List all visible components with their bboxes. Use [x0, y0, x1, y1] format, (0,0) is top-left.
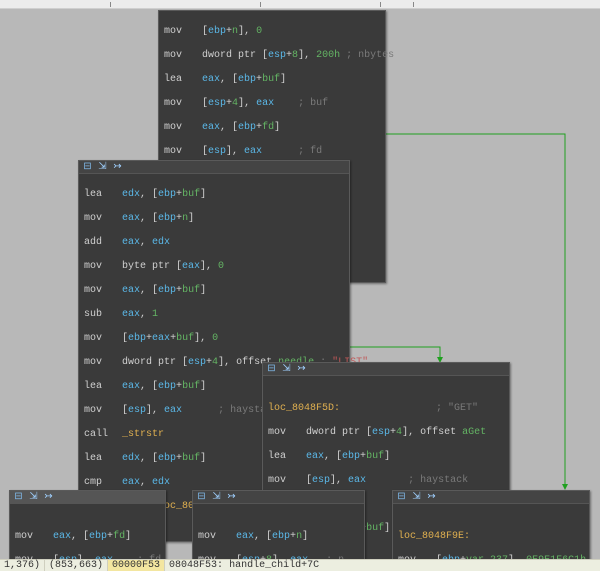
flow-icon[interactable]: ↣: [296, 365, 307, 374]
flow-icon[interactable]: ↣: [43, 493, 54, 502]
block-header: ⊟ ⇲ ↣: [393, 491, 589, 504]
flow-icon[interactable]: ↣: [112, 163, 123, 172]
block-header: ⊟ ⇲ ↣: [10, 491, 165, 504]
block-header: ⊟ ⇲ ↣: [79, 161, 349, 174]
collapse-icon[interactable]: ⊟: [13, 493, 24, 502]
status-function: 08048F53: handle_child+7C: [165, 560, 600, 571]
collapse-icon[interactable]: ⊟: [82, 163, 93, 172]
ruler-strip: [0, 0, 600, 9]
branch-icon[interactable]: ⇲: [281, 365, 292, 374]
branch-icon[interactable]: ⇲: [211, 493, 222, 502]
flow-icon[interactable]: ↣: [426, 493, 437, 502]
collapse-icon[interactable]: ⊟: [396, 493, 407, 502]
status-coords1: 1,376): [0, 560, 45, 571]
branch-icon[interactable]: ⇲: [28, 493, 39, 502]
collapse-icon[interactable]: ⊟: [196, 493, 207, 502]
block-header: ⊟ ⇲ ↣: [193, 491, 364, 504]
status-coords2: (853,663): [45, 560, 108, 571]
flow-icon[interactable]: ↣: [226, 493, 237, 502]
collapse-icon[interactable]: ⊟: [266, 365, 277, 374]
branch-icon[interactable]: ⇲: [411, 493, 422, 502]
status-offset: 00000F53: [108, 560, 165, 571]
block-header: ⊟ ⇲ ↣: [263, 363, 509, 376]
branch-icon[interactable]: ⇲: [97, 163, 108, 172]
status-bar: 1,376) (853,663) 00000F53 08048F53: hand…: [0, 559, 600, 571]
